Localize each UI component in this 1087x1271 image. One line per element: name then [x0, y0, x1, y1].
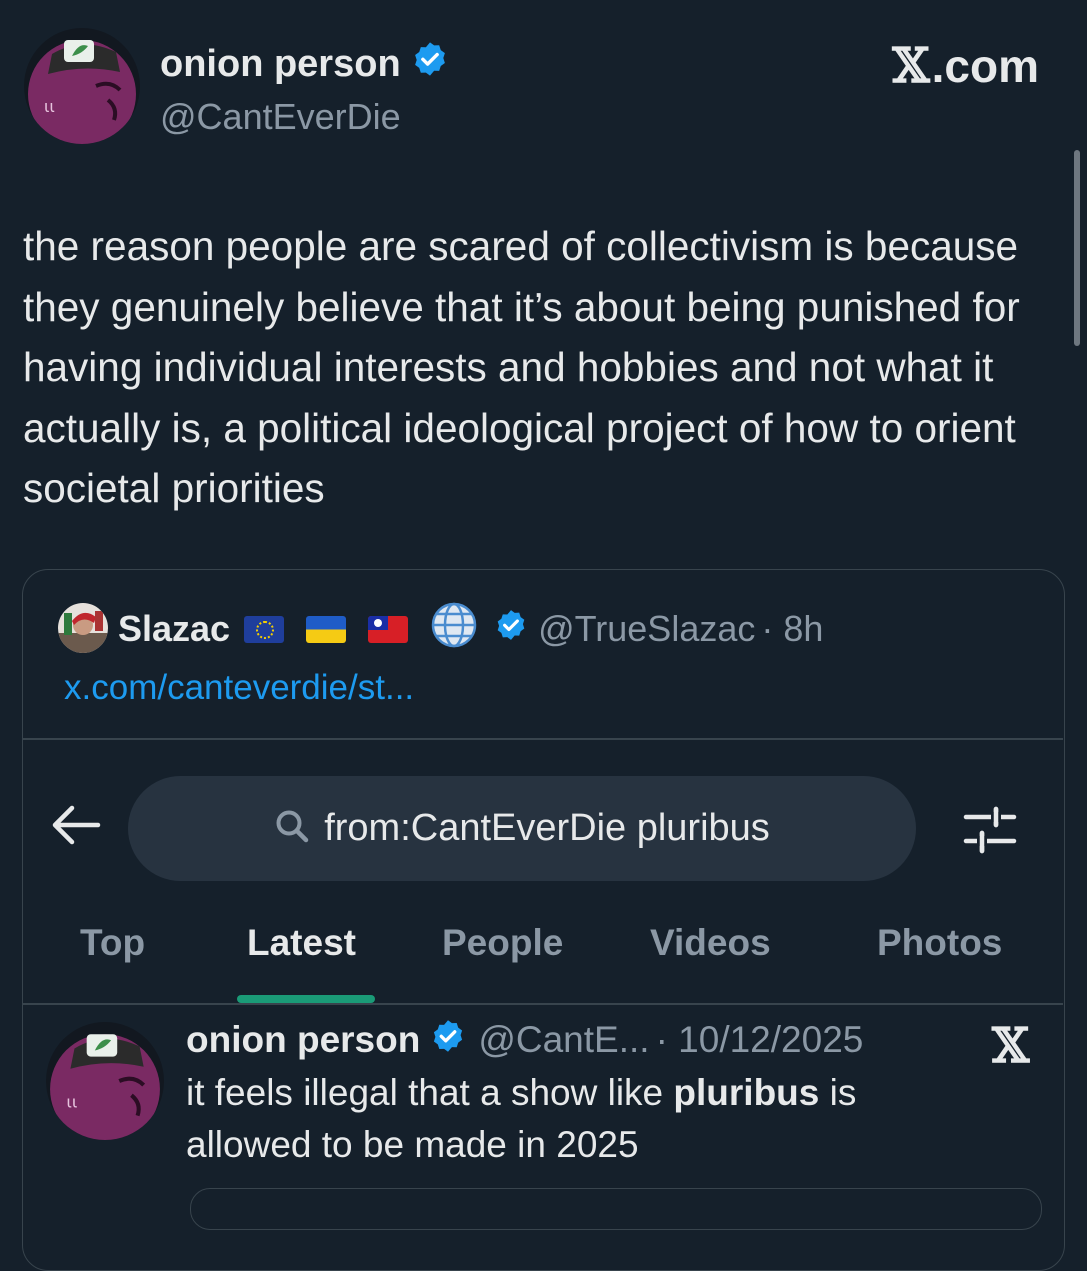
filter-sliders-icon[interactable] [962, 805, 1018, 855]
verified-badge-icon [430, 1018, 466, 1063]
svg-text:ιι: ιι [66, 1092, 77, 1111]
search-icon [274, 808, 310, 849]
x-logo-icon: 𝕏 [892, 38, 930, 94]
ukraine-flag-icon [306, 615, 347, 643]
verified-badge-icon [494, 608, 528, 651]
quote-link[interactable]: x.com/canteverdie/st... [64, 668, 414, 708]
result-text-bold: pluribus [673, 1072, 820, 1113]
tab-top[interactable]: Top [80, 922, 145, 964]
result-date[interactable]: · 10/12/2025 [656, 1019, 864, 1061]
tab-videos[interactable]: Videos [650, 922, 771, 964]
quote-timestamp[interactable]: · 8h [761, 608, 823, 650]
site-label: .com [931, 40, 1039, 92]
author-avatar[interactable]: ιι [24, 28, 140, 144]
x-logo-icon: 𝕏 [992, 1018, 1030, 1074]
author-name-row[interactable]: onion person [160, 40, 449, 88]
verified-badge-icon [411, 40, 449, 88]
result-author-row[interactable]: onion person @CantE... · 10/12/2025 [186, 1017, 863, 1063]
quote-author-row[interactable]: Slazac @TrueSlazac · 8h [118, 602, 823, 652]
taiwan-flag-icon [368, 615, 409, 643]
eu-flag-icon [244, 615, 285, 643]
tab-latest[interactable]: Latest [247, 922, 356, 964]
tabs-divider [23, 1003, 1063, 1005]
search-bar[interactable]: from:CantEverDie pluribus [128, 776, 916, 881]
result-tweet-text: it feels illegal that a show like plurib… [186, 1067, 946, 1171]
quote-divider [23, 738, 1063, 740]
result-media-card[interactable] [190, 1188, 1042, 1230]
scrollbar[interactable] [1074, 150, 1080, 346]
author-name[interactable]: onion person [160, 43, 401, 86]
quote-author-handle[interactable]: @TrueSlazac [538, 608, 755, 650]
quote-author-avatar[interactable] [58, 603, 108, 653]
active-tab-indicator [237, 995, 375, 1003]
result-author-handle[interactable]: @CantE... [478, 1019, 649, 1061]
result-author-avatar[interactable]: ιι [46, 1022, 164, 1140]
author-handle[interactable]: @CantEverDie [160, 96, 401, 138]
tab-photos[interactable]: Photos [877, 922, 1002, 964]
x-com-watermark: 𝕏 .com [892, 38, 1039, 94]
result-author-name[interactable]: onion person [186, 1019, 420, 1061]
result-text-before: it feels illegal that a show like [186, 1072, 674, 1113]
back-arrow-icon[interactable] [50, 803, 102, 847]
svg-text:ιι: ιι [44, 97, 55, 116]
tab-people[interactable]: People [442, 922, 563, 964]
globe-icon [430, 601, 478, 658]
search-query[interactable]: from:CantEverDie pluribus [324, 807, 770, 850]
quote-author-name[interactable]: Slazac [118, 608, 230, 650]
tweet-text: the reason people are scared of collecti… [23, 223, 1020, 511]
